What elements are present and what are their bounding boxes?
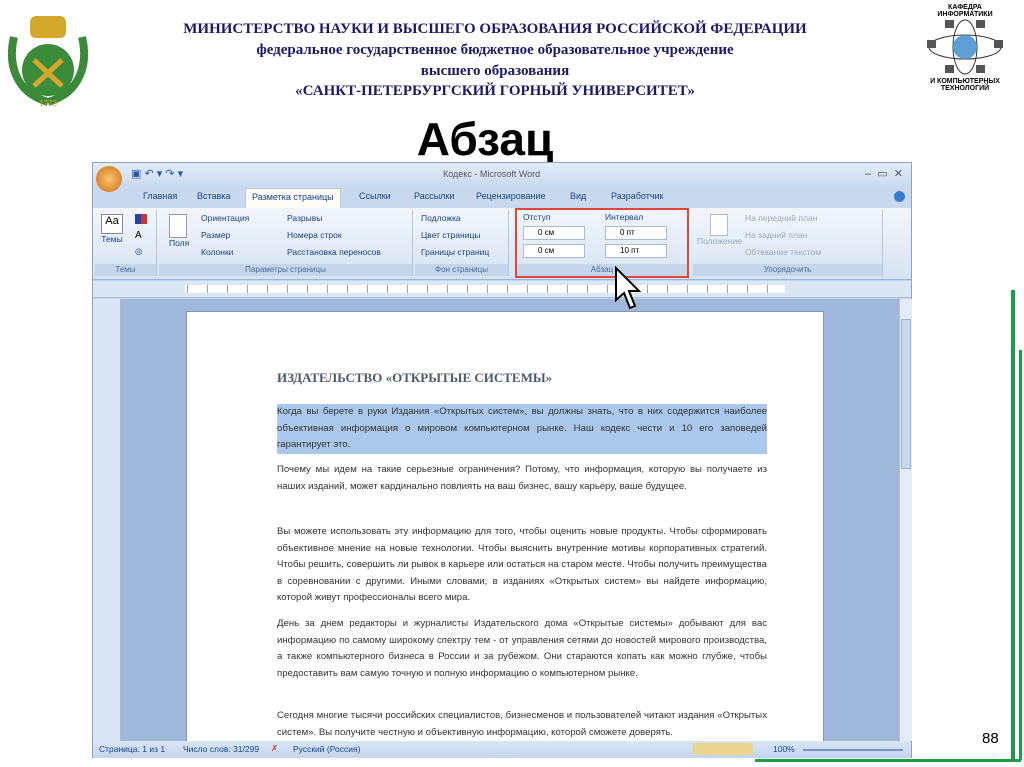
mouse-cursor-icon (615, 266, 642, 310)
tab-mailings[interactable]: Рассылки (414, 191, 454, 201)
size-button[interactable]: Размер (201, 230, 230, 240)
group-themes: Aa Темы A ◎ Темы (95, 210, 157, 276)
status-bar: Страница: 1 из 1 Число слов: 31/299 ✗ Ру… (93, 741, 911, 758)
hyphenation-button[interactable]: Расстановка переносов (287, 247, 381, 257)
group-page-setup: Поля Ориентация Размер Колонки Разрывы Н… (159, 210, 413, 276)
horizontal-ruler[interactable] (93, 281, 911, 298)
word-count[interactable]: Число слов: 31/299 (183, 744, 259, 754)
theme-effects-icon[interactable]: ◎ (135, 246, 142, 257)
spacing-after-input[interactable]: 10 пт (605, 244, 667, 258)
indent-label: Отступ (523, 212, 551, 222)
page-count[interactable]: Страница: 1 из 1 (99, 744, 165, 754)
view-buttons[interactable] (693, 743, 753, 755)
spacing-before-input[interactable]: 0 пт (605, 226, 667, 240)
ministry-title: МИНИСТЕРСТВО НАУКИ И ВЫСШЕГО ОБРАЗОВАНИЯ… (183, 21, 807, 37)
word-window: ▣ ↶ ▾ ↷ ▾ Кодекс - Microsoft Word – ▭ ✕ … (92, 162, 912, 758)
tab-home[interactable]: Главная (143, 191, 177, 201)
zoom-slider[interactable] (803, 749, 903, 751)
paragraph-4[interactable]: День за днем редакторы и журналисты Изда… (277, 616, 767, 682)
document-page[interactable]: ИЗДАТЕЛЬСТВО «ОТКРЫТЫЕ СИСТЕМЫ» Когда вы… (186, 311, 824, 751)
window-title: Кодекс - Microsoft Word (443, 169, 541, 179)
group-label: Фон страницы (415, 264, 508, 276)
position-button[interactable]: Положение (697, 214, 742, 246)
paragraph-1[interactable]: Когда вы берете в руки Издания «Открытых… (277, 404, 767, 454)
group-arrange: Положение На передний план На задний пла… (693, 210, 883, 276)
vertical-scrollbar[interactable] (899, 299, 912, 741)
university-logo: 1773 (4, 2, 92, 114)
svg-text:1773: 1773 (39, 99, 57, 108)
group-page-background: Подложка Цвет страницы Границы страниц Ф… (415, 210, 509, 276)
tab-review[interactable]: Рецензирование (476, 191, 546, 201)
bring-front-button[interactable]: На передний план (745, 213, 817, 223)
vertical-ruler[interactable] (93, 299, 121, 741)
decorative-line (755, 759, 1021, 762)
wrap-text-button[interactable]: Обтекание текстом (745, 247, 821, 257)
theme-colors-icon[interactable] (135, 214, 147, 224)
breaks-button[interactable]: Разрывы (287, 213, 322, 223)
decorative-line (1019, 350, 1022, 760)
themes-button[interactable]: Aa Темы (101, 214, 123, 244)
ribbon-tabs: Главная Вставка Разметка страницы Ссылки… (93, 186, 911, 208)
zoom-level[interactable]: 100% (773, 744, 795, 754)
group-label: Упорядочить (693, 264, 882, 276)
group-label: Темы (95, 264, 156, 276)
theme-fonts-icon[interactable]: A (135, 230, 142, 241)
paragraph-3[interactable]: Вы можете использовать эту информацию дл… (277, 524, 767, 607)
indent-right-input[interactable]: 0 см (523, 244, 585, 258)
tab-page-layout[interactable]: Разметка страницы (245, 188, 341, 208)
help-icon[interactable] (894, 191, 905, 202)
spelling-icon[interactable]: ✗ (271, 743, 278, 754)
language[interactable]: Русский (Россия) (293, 744, 360, 754)
group-label: Параметры страницы (159, 264, 412, 276)
watermark-button[interactable]: Подложка (421, 213, 461, 223)
tab-insert[interactable]: Вставка (197, 191, 230, 201)
tab-developer[interactable]: Разработчик (611, 191, 663, 201)
spacing-label: Интервал (605, 212, 644, 222)
ribbon: Aa Темы A ◎ Темы Поля Ориентация Размер К… (93, 208, 911, 280)
quick-access-toolbar[interactable]: ▣ ↶ ▾ ↷ ▾ (131, 167, 183, 180)
columns-button[interactable]: Колонки (201, 247, 233, 257)
institution-type: федеральное государственное бюджетное об… (256, 42, 734, 58)
slide-number: 88 (982, 730, 999, 747)
send-back-button[interactable]: На задний план (745, 230, 807, 240)
page-borders-button[interactable]: Границы страниц (421, 247, 509, 257)
decorative-line (1011, 290, 1015, 760)
margins-button[interactable]: Поля (169, 214, 189, 248)
group-label: Абзац (517, 264, 687, 276)
department-logo: КАФЕДРА ИНФОРМАТИКИ И КОМПЬЮТЕРНЫХ ТЕХНО… (915, 4, 1015, 110)
slide-title: Абзац (416, 113, 554, 165)
line-numbers-button[interactable]: Номера строк (287, 230, 342, 240)
group-paragraph: Отступ 0 см 0 см Интервал 0 пт 10 пт Абз… (515, 208, 689, 278)
page-color-button[interactable]: Цвет страницы (421, 230, 480, 240)
paragraph-5[interactable]: Сегодня многие тысячи российских специал… (277, 708, 767, 741)
indent-left-input[interactable]: 0 см (523, 226, 585, 240)
university-name: «САНКТ-ПЕТЕРБУРГСКИЙ ГОРНЫЙ УНИВЕРСИТЕТ» (295, 83, 695, 99)
tab-view[interactable]: Вид (570, 191, 586, 201)
tab-references[interactable]: Ссылки (359, 191, 391, 201)
title-bar: ▣ ↶ ▾ ↷ ▾ Кодекс - Microsoft Word – ▭ ✕ (93, 163, 911, 192)
window-controls[interactable]: – ▭ ✕ (865, 167, 903, 180)
paragraph-2[interactable]: Почему мы идем на такие серьезные ограни… (277, 462, 767, 495)
orientation-button[interactable]: Ориентация (201, 213, 249, 223)
institution-level: высшего образования (420, 63, 570, 79)
office-button[interactable] (96, 166, 122, 192)
document-heading: ИЗДАТЕЛЬСТВО «ОТКРЫТЫЕ СИСТЕМЫ» (277, 370, 553, 385)
document-area: ИЗДАТЕЛЬСТВО «ОТКРЫТЫЕ СИСТЕМЫ» Когда вы… (121, 299, 899, 751)
